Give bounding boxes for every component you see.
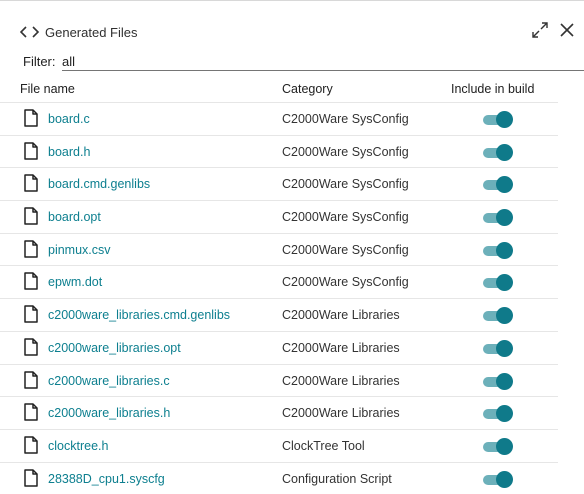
toggle-thumb <box>496 241 513 259</box>
header-actions <box>532 22 574 38</box>
toggle-thumb <box>496 143 513 161</box>
table-row: pinmux.csv C2000Ware SysConfig <box>0 232 558 266</box>
file-name-link[interactable]: clocktree.h <box>48 439 108 453</box>
file-icon <box>24 436 38 459</box>
file-name-link[interactable]: c2000ware_libraries.c <box>48 374 170 388</box>
file-name-link[interactable]: c2000ware_libraries.cmd.genlibs <box>48 308 230 322</box>
file-icon <box>24 272 38 295</box>
code-icon <box>20 23 42 41</box>
include-toggle[interactable] <box>483 437 513 455</box>
file-name-link[interactable]: c2000ware_libraries.opt <box>48 341 181 355</box>
column-header-category[interactable]: Category <box>282 82 333 96</box>
table-row: board.h C2000Ware SysConfig <box>0 134 558 168</box>
table-row: board.cmd.genlibs C2000Ware SysConfig <box>0 167 558 200</box>
filter-label: Filter: <box>23 54 56 69</box>
include-toggle[interactable] <box>483 209 513 227</box>
file-icon <box>24 240 38 263</box>
toggle-thumb <box>496 111 513 128</box>
file-icon <box>24 370 38 394</box>
table-row: c2000ware_libraries.h C2000Ware Libraries <box>0 396 558 429</box>
file-category: Configuration Script <box>282 471 392 486</box>
table-row: c2000ware_libraries.cmd.genlibs C2000Ware… <box>0 298 558 331</box>
include-toggle[interactable] <box>483 307 513 325</box>
toggle-thumb <box>496 339 513 357</box>
file-name-link[interactable]: pinmux.csv <box>48 243 111 257</box>
file-category: C2000Ware SysConfig <box>282 144 409 159</box>
toggle-thumb <box>496 470 513 488</box>
column-header-file-name[interactable]: File name <box>20 82 75 96</box>
toggle-thumb <box>496 176 513 194</box>
table-row: board.c C2000Ware SysConfig <box>0 102 558 135</box>
file-category: C2000Ware SysConfig <box>282 275 409 290</box>
file-category: ClockTree Tool <box>282 438 365 453</box>
filter-row: Filter: all <box>23 51 584 71</box>
file-icon <box>24 174 38 197</box>
expand-icon[interactable] <box>532 22 548 38</box>
file-icon <box>24 141 38 165</box>
file-icon <box>24 403 38 426</box>
close-icon[interactable] <box>560 23 574 37</box>
include-toggle[interactable] <box>483 274 513 292</box>
file-category: C2000Ware SysConfig <box>282 242 409 257</box>
toggle-thumb <box>496 307 513 325</box>
file-icon <box>24 468 38 492</box>
include-toggle[interactable] <box>483 111 513 128</box>
include-toggle[interactable] <box>483 143 513 161</box>
file-name-link[interactable]: board.c <box>48 112 90 126</box>
toggle-thumb <box>496 209 513 227</box>
table-header: File name Category Include in build <box>0 82 558 102</box>
table-row: 28388D_cpu1.syscfg Configuration Script <box>0 461 558 494</box>
include-toggle[interactable] <box>483 470 513 488</box>
file-name-link[interactable]: board.cmd.genlibs <box>48 177 150 191</box>
file-icon <box>24 109 38 132</box>
toggle-thumb <box>496 274 513 292</box>
file-name-link[interactable]: board.h <box>48 145 90 159</box>
top-divider <box>0 0 584 1</box>
file-icon <box>24 305 38 328</box>
table-row: clocktree.h ClockTree Tool <box>0 428 558 462</box>
include-toggle[interactable] <box>483 339 513 357</box>
file-category: C2000Ware SysConfig <box>282 210 409 225</box>
file-icon <box>24 338 38 361</box>
table-row: board.opt C2000Ware SysConfig <box>0 200 558 233</box>
include-toggle[interactable] <box>483 176 513 194</box>
file-name-link[interactable]: epwm.dot <box>48 275 102 289</box>
file-category: C2000Ware Libraries <box>282 406 400 421</box>
filter-select[interactable]: all <box>62 51 584 71</box>
file-name-link[interactable]: c2000ware_libraries.h <box>48 406 170 420</box>
file-category: C2000Ware Libraries <box>282 308 400 323</box>
file-category: C2000Ware Libraries <box>282 340 400 355</box>
table-row: epwm.dot C2000Ware SysConfig <box>0 265 558 298</box>
column-header-include[interactable]: Include in build <box>451 82 534 96</box>
panel-title: Generated Files <box>45 24 138 40</box>
toggle-thumb <box>496 437 513 455</box>
file-name-link[interactable]: board.opt <box>48 210 101 224</box>
table-row: c2000ware_libraries.opt C2000Ware Librari… <box>0 330 558 364</box>
file-category: C2000Ware Libraries <box>282 373 400 388</box>
include-toggle[interactable] <box>483 372 513 390</box>
include-toggle[interactable] <box>483 405 513 423</box>
file-name-link[interactable]: 28388D_cpu1.syscfg <box>48 472 165 486</box>
filter-value: all <box>62 54 76 69</box>
toggle-thumb <box>496 405 513 423</box>
file-category: C2000Ware SysConfig <box>282 112 409 126</box>
file-icon <box>24 207 38 230</box>
include-toggle[interactable] <box>483 241 513 259</box>
toggle-thumb <box>496 372 513 390</box>
file-category: C2000Ware SysConfig <box>282 177 409 192</box>
file-table: board.c C2000Ware SysConfig board.h C2000Wa… <box>0 102 558 494</box>
table-row: c2000ware_libraries.c C2000Ware Libraries <box>0 363 558 397</box>
panel-header: Generated Files <box>20 22 138 42</box>
